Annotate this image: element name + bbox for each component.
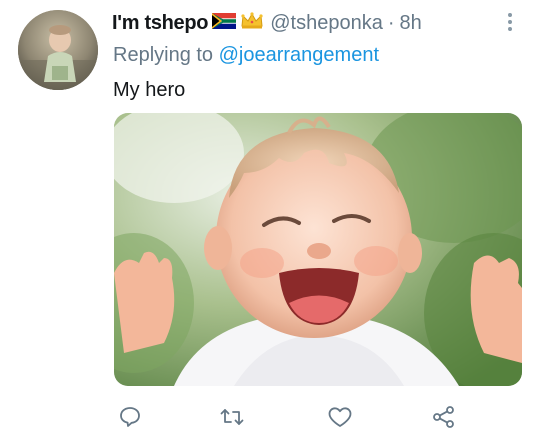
laughing-baby-image <box>114 113 522 386</box>
tweet-header: I'm tshepo @tsheponka · 8h <box>112 10 422 36</box>
tweet-text: My hero <box>113 79 186 101</box>
share-icon <box>433 406 454 428</box>
avatar[interactable] <box>18 10 98 90</box>
like-button[interactable] <box>326 403 354 431</box>
tweet[interactable]: I'm tshepo @tsheponka · 8h Replying to @… <box>0 0 540 436</box>
replying-to: Replying to @joearrangement <box>113 42 379 68</box>
south-africa-flag-icon <box>212 10 237 36</box>
reply-to-handle-link[interactable]: @joearrangement <box>219 44 379 66</box>
retweet-icon <box>220 409 244 425</box>
heart-icon <box>328 407 352 427</box>
share-button[interactable] <box>430 403 458 431</box>
replying-to-label: Replying to <box>113 44 214 66</box>
more-options-icon[interactable] <box>500 10 520 36</box>
timestamp[interactable]: 8h <box>400 10 422 36</box>
tweet-media-image[interactable] <box>114 113 522 386</box>
retweet-button[interactable] <box>218 403 246 431</box>
avatar-image <box>18 10 98 90</box>
user-handle[interactable]: @tsheponka <box>270 10 383 36</box>
crown-icon <box>240 10 264 36</box>
reply-button[interactable] <box>116 403 144 431</box>
separator-dot: · <box>387 12 395 34</box>
comment-icon <box>120 407 140 427</box>
display-name[interactable]: I'm tshepo <box>112 10 209 36</box>
tweet-actions-bar <box>0 400 540 434</box>
